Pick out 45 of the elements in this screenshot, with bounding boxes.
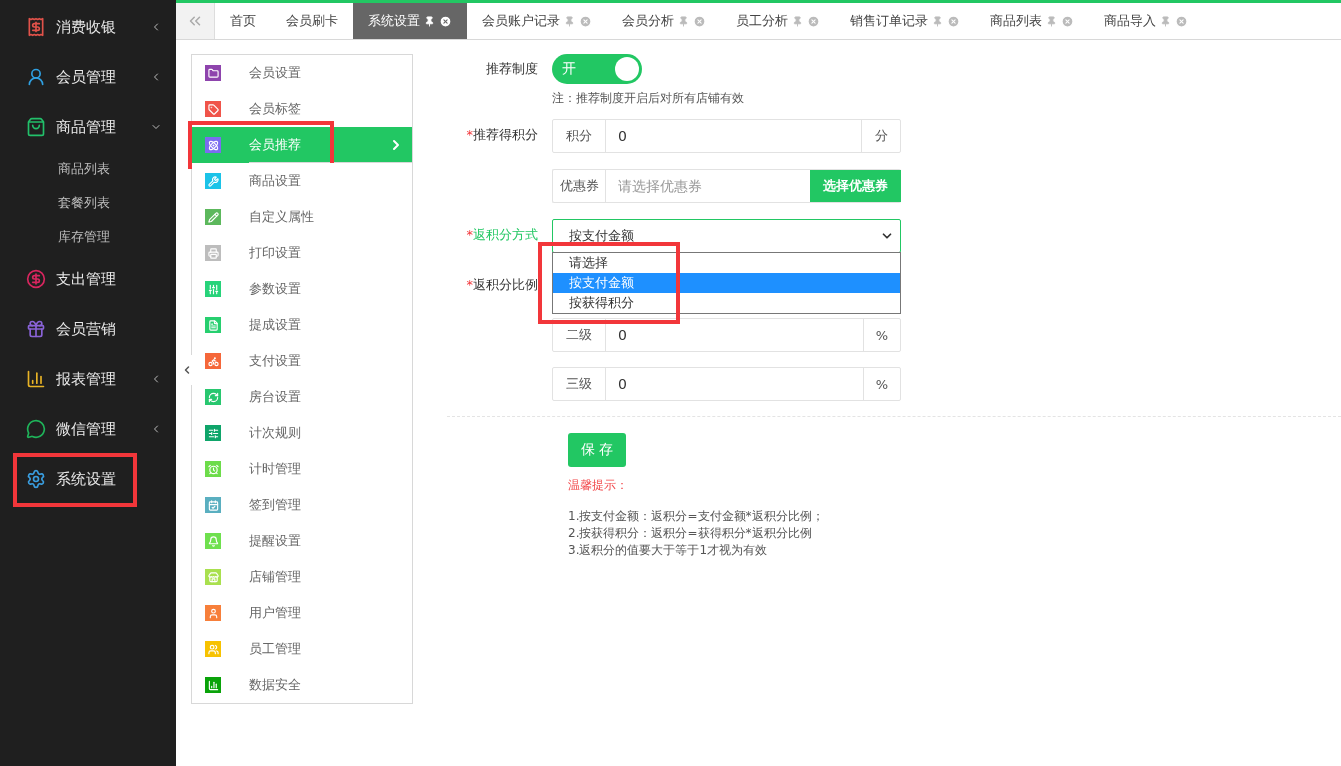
tab[interactable]: 商品列表 xyxy=(975,3,1089,39)
pin-icon xyxy=(564,15,575,27)
tab[interactable]: 会员刷卡 xyxy=(271,3,353,39)
pin-icon xyxy=(1160,15,1171,27)
input-group[interactable]: 二级 0 % xyxy=(552,318,901,352)
sidebar-subitem[interactable]: 库存管理 xyxy=(0,220,176,254)
tab[interactable]: 销售订单记录 xyxy=(835,3,975,39)
input-group[interactable]: 优惠券 请选择优惠券 选择优惠券 xyxy=(552,169,901,203)
sidebar-item[interactable]: 会员管理 xyxy=(0,52,176,102)
addon-label: 分 xyxy=(861,120,900,152)
close-icon[interactable] xyxy=(439,14,452,28)
pin-icon xyxy=(678,15,689,27)
tab[interactable]: 员工分析 xyxy=(721,3,835,39)
sidebar-item[interactable]: 报表管理 xyxy=(0,354,176,404)
tip-text: 1.按支付金额：返积分=支付金额*返积分比例； xyxy=(568,508,825,525)
field-label: *推荐得积分 xyxy=(465,126,539,144)
pin-icon xyxy=(424,15,435,27)
sidebar-item[interactable]: 支出管理 xyxy=(0,254,176,304)
sidebar-item[interactable]: 系统设置 xyxy=(0,454,176,504)
tip-text: 3.返积分的值要大于等于1才视为有效 xyxy=(568,542,769,559)
field-label: *返积分比例 xyxy=(465,276,539,294)
tab[interactable]: 商品导入 xyxy=(1089,3,1203,39)
sidebar-subitem[interactable]: 商品列表 xyxy=(0,152,176,186)
input-group[interactable]: 积分 0 分 xyxy=(552,119,901,153)
input-group[interactable]: 三级 0 % xyxy=(552,367,901,401)
tab[interactable]: 系统设置 xyxy=(353,3,467,39)
tab[interactable]: 会员分析 xyxy=(607,3,721,39)
sidebar-item[interactable]: 微信管理 xyxy=(0,404,176,454)
sidebar-subitem[interactable]: 套餐列表 xyxy=(0,186,176,220)
pin-icon xyxy=(932,15,943,27)
field-label: *返积分方式 xyxy=(465,226,539,244)
addon-label: % xyxy=(863,319,900,351)
tab[interactable]: 首页 xyxy=(215,3,271,39)
pin-icon xyxy=(1046,15,1057,27)
scroll-left-button[interactable] xyxy=(176,3,215,39)
sidebar-item[interactable]: 会员营销 xyxy=(0,304,176,354)
note-text: 注：推荐制度开启后对所有店铺有效 xyxy=(552,90,745,107)
sidebar-item[interactable]: 消费收银 xyxy=(0,2,176,52)
tips-title: 温馨提示： xyxy=(568,477,629,494)
pin-icon xyxy=(792,15,803,27)
addon-label: % xyxy=(863,368,900,400)
sidebar-item[interactable]: 商品管理 xyxy=(0,102,176,152)
field-label: 推荐制度 xyxy=(485,60,539,78)
tab[interactable]: 会员账户记录 xyxy=(467,3,607,39)
tip-text: 2.按获得积分：返积分=获得积分*返积分比例 xyxy=(568,525,813,542)
